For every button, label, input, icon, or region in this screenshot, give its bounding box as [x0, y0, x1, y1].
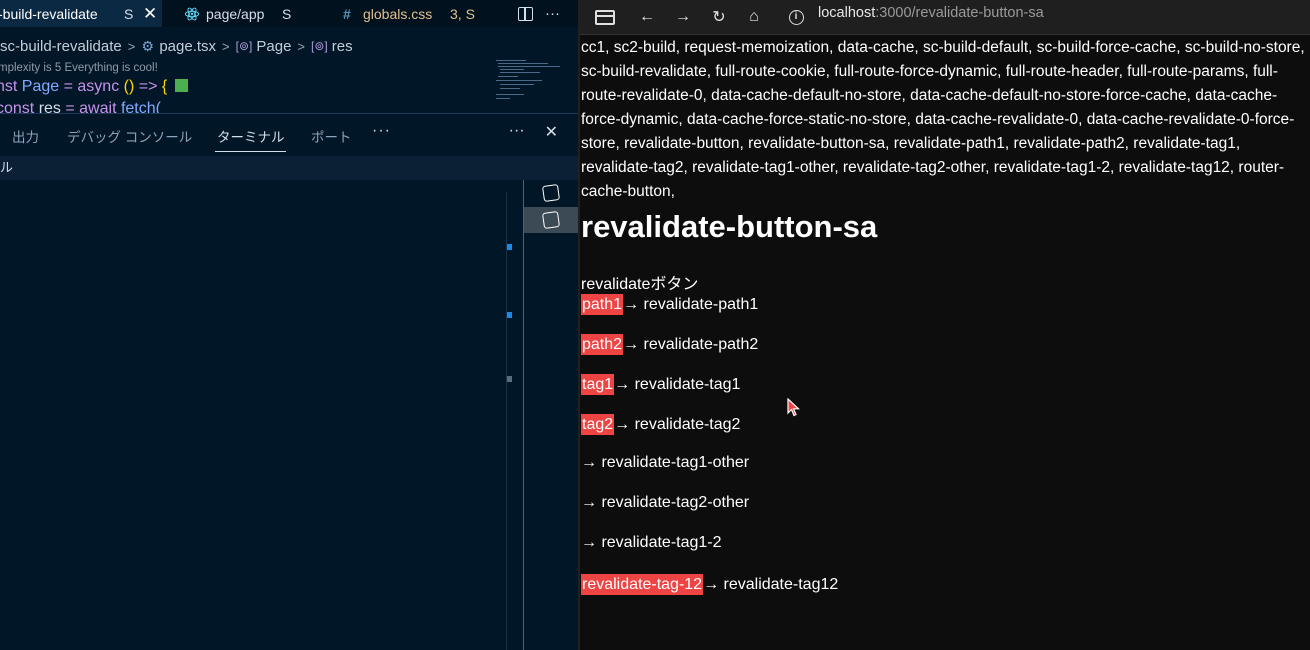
- list-item: → revalidate-tag1-2: [581, 534, 722, 552]
- vscode-window: -build-revalidate S ✕ page/app S # globa…: [0, 0, 578, 650]
- list-item: revalidate-tag-12 → revalidate-tag12: [581, 574, 838, 595]
- revalidate-path1-button[interactable]: path1: [581, 294, 624, 315]
- split-editor-icon[interactable]: [518, 6, 533, 21]
- terminal-icon: [541, 210, 561, 230]
- breadcrumb-file[interactable]: page.tsx: [159, 38, 216, 55]
- color-swatch-icon: [175, 79, 189, 92]
- row-label: → revalidate-tag2-other: [581, 494, 750, 511]
- terminal-header: ル: [0, 156, 578, 180]
- tab-actions: ···: [518, 0, 560, 27]
- mouse-cursor-icon: [787, 398, 801, 417]
- react-file-icon: ⚙: [141, 37, 154, 54]
- chevron-right-icon: >: [127, 38, 136, 54]
- breadcrumb: sc-build-revalidate > ⚙ page.tsx > [⊚] P…: [0, 35, 353, 57]
- list-item: → revalidate-tag1-other: [581, 454, 749, 472]
- tab-label: -build-revalidate: [0, 5, 98, 22]
- breadcrumb-symbol-res[interactable]: res: [332, 38, 353, 55]
- page-title: revalidate-button-sa: [581, 209, 878, 244]
- revalidate-tag1-button[interactable]: tag1: [581, 374, 615, 395]
- url-host: localhost: [818, 5, 876, 21]
- row-label: → revalidate-path2: [623, 335, 759, 353]
- tab-sc-build-revalidate[interactable]: -build-revalidate S ✕: [0, 0, 162, 27]
- list-item: tag1 → revalidate-tag1: [581, 374, 740, 395]
- breadcrumb-folder[interactable]: sc-build-revalidate: [0, 38, 122, 55]
- breadcrumb-symbol-page[interactable]: Page: [256, 38, 291, 55]
- panel-actions: ··· ✕: [509, 122, 558, 142]
- list-item: tag2 → revalidate-tag2: [581, 414, 740, 435]
- revalidate-tag2-button[interactable]: tag2: [581, 414, 615, 435]
- chevron-right-icon: >: [297, 38, 306, 54]
- row-label: → revalidate-tag2: [614, 415, 741, 433]
- code-line[interactable]: nst Page = async () => {: [0, 78, 189, 96]
- more-tabs-icon[interactable]: ···: [372, 122, 391, 140]
- panel-tabs: 出力 デバッグ コンソール ターミナル ポート ··· ··· ✕: [0, 114, 578, 154]
- tab-page-app[interactable]: page/app S: [170, 0, 325, 27]
- tab-debug-console[interactable]: デバッグ コンソール: [67, 126, 192, 146]
- back-icon[interactable]: ←: [634, 4, 660, 30]
- row-label: → revalidate-tag12: [703, 575, 839, 593]
- section-description: revalidateボタン: [581, 276, 699, 293]
- browser-window: ← → ↻ ⌂ i localhost:3000/revalidate-butt…: [578, 0, 1310, 650]
- close-icon[interactable]: ✕: [143, 4, 157, 24]
- reload-icon[interactable]: ↻: [706, 4, 732, 30]
- terminal-instance[interactable]: [524, 180, 578, 206]
- tab-label: page/app: [206, 5, 265, 22]
- codelens-complexity[interactable]: mplexity is 5 Everything is cool!: [0, 62, 158, 74]
- bottom-panel: 出力 デバッグ コンソール ターミナル ポート ··· ··· ✕ ル: [0, 113, 578, 650]
- tab-badge: 3, S: [450, 5, 475, 22]
- symbol-icon: [⊚]: [311, 39, 328, 53]
- tab-output[interactable]: 出力: [12, 126, 39, 146]
- terminal-scrollbar[interactable]: [506, 192, 516, 650]
- row-label: → revalidate-tag1-other: [581, 454, 750, 471]
- revalidate-path2-button[interactable]: path2: [581, 334, 624, 355]
- scroll-marker: [507, 312, 512, 318]
- editor-tab-bar: -build-revalidate S ✕ page/app S # globa…: [0, 0, 578, 27]
- scroll-marker: [507, 376, 512, 382]
- row-label: → revalidate-path1: [623, 295, 759, 313]
- list-item: → revalidate-tag2-other: [581, 494, 749, 512]
- active-tab-indicator: [215, 151, 286, 152]
- terminal-instance-selected[interactable]: [524, 207, 578, 233]
- minimap[interactable]: [494, 58, 574, 108]
- sidebar-toggle-icon[interactable]: [592, 4, 618, 30]
- more-actions-icon[interactable]: ···: [509, 122, 525, 142]
- tab-globals-css[interactable]: # globals.css 3, S: [327, 0, 497, 27]
- css-icon: #: [343, 5, 351, 22]
- site-info-icon[interactable]: i: [783, 4, 809, 30]
- list-item: path2 → revalidate-path2: [581, 334, 758, 355]
- terminal-list: [523, 180, 578, 650]
- tab-badge: S: [282, 5, 292, 22]
- symbol-icon: [⊚]: [235, 39, 253, 53]
- page-links-list[interactable]: cc1, sc2-build, request-memoization, dat…: [581, 36, 1310, 204]
- url-path: :3000/revalidate-button-sa: [875, 5, 1044, 21]
- address-bar[interactable]: localhost:3000/revalidate-button-sa: [818, 5, 1044, 21]
- close-panel-icon[interactable]: ✕: [545, 122, 558, 142]
- chevron-right-icon: >: [222, 38, 230, 54]
- tab-label: globals.css: [363, 5, 433, 22]
- react-icon: [184, 7, 200, 20]
- revalidate-tag12-button[interactable]: revalidate-tag-12: [581, 574, 704, 595]
- tab-badge: S: [124, 5, 134, 22]
- browser-toolbar: ← → ↻ ⌂ i localhost:3000/revalidate-butt…: [580, 0, 1310, 35]
- forward-icon[interactable]: →: [670, 4, 696, 30]
- list-item: path1 → revalidate-path1: [581, 294, 758, 315]
- tab-ports[interactable]: ポート: [311, 126, 352, 146]
- tab-terminal[interactable]: ターミナル: [217, 126, 285, 146]
- row-label: → revalidate-tag1-2: [581, 534, 722, 551]
- scroll-marker: [507, 244, 512, 250]
- home-icon[interactable]: ⌂: [741, 4, 767, 30]
- terminal-icon: [541, 183, 561, 203]
- code-line[interactable]: const res = await fetch(: [0, 100, 161, 113]
- more-actions-icon[interactable]: ···: [545, 5, 560, 22]
- row-label: → revalidate-tag1: [614, 375, 741, 393]
